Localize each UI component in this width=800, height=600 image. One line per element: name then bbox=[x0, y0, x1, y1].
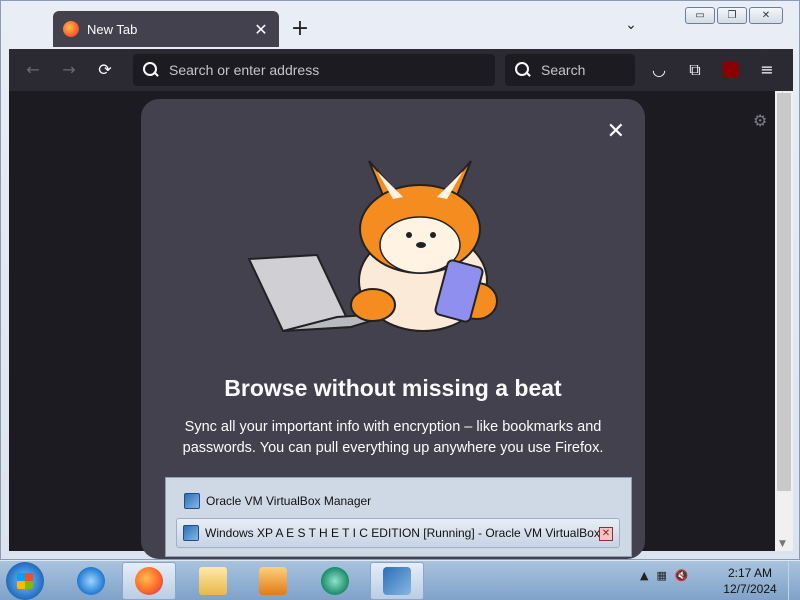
popup-item-virtualbox-manager[interactable]: Oracle VM VirtualBox Manager bbox=[178, 486, 371, 516]
taskbar: ▲ ▦ 🔇 2:17 AM 12/7/2024 bbox=[0, 560, 800, 600]
back-icon[interactable]: ← bbox=[21, 58, 45, 82]
close-tab-icon[interactable]: ✕ bbox=[253, 20, 269, 39]
app-icon bbox=[321, 567, 349, 595]
taskbar-thumbnail-popup: Oracle VM VirtualBox Manager Windows XP … bbox=[165, 477, 632, 557]
search-icon bbox=[143, 62, 159, 78]
clock-time: 2:17 AM bbox=[727, 566, 773, 580]
taskbar-firefox[interactable] bbox=[122, 562, 176, 600]
tray-expand-icon[interactable]: ▲ bbox=[640, 569, 648, 582]
firefox-icon bbox=[63, 21, 79, 37]
list-all-tabs-button[interactable]: ⌄ bbox=[621, 17, 641, 37]
taskbar-media-player[interactable] bbox=[246, 562, 300, 600]
start-button[interactable] bbox=[6, 562, 44, 600]
browser-window: New Tab ✕ + ⌄ ▭ ❐ ✕ ← → ⟳ ◡ ⧉ ≡ ⚙ ✕ bbox=[0, 0, 800, 560]
virtualbox-icon bbox=[184, 493, 200, 509]
address-bar[interactable] bbox=[133, 54, 495, 86]
tab-new-tab[interactable]: New Tab ✕ bbox=[53, 11, 279, 47]
virtualbox-icon bbox=[183, 525, 199, 541]
url-input[interactable] bbox=[169, 62, 495, 78]
scrollbar-thumb[interactable] bbox=[777, 93, 791, 491]
virtualbox-icon bbox=[383, 567, 411, 595]
close-window-icon[interactable]: ✕ bbox=[599, 527, 613, 541]
minimize-button[interactable]: ▭ bbox=[685, 7, 715, 24]
popup-item-label: Windows XP A E S T H E T I C EDITION [Ru… bbox=[205, 526, 600, 540]
pocket-icon[interactable]: ◡ bbox=[647, 58, 671, 82]
navigation-toolbar: ← → ⟳ ◡ ⧉ ≡ bbox=[9, 49, 793, 91]
tab-strip: New Tab ✕ + ⌄ ▭ ❐ ✕ bbox=[9, 7, 791, 49]
search-icon bbox=[515, 62, 531, 78]
forward-icon[interactable]: → bbox=[57, 58, 81, 82]
fox-illustration bbox=[247, 160, 498, 333]
scroll-down-icon[interactable]: ▼ bbox=[779, 539, 786, 549]
new-tab-button[interactable]: + bbox=[286, 15, 314, 43]
volume-muted-icon[interactable]: 🔇 bbox=[675, 569, 689, 582]
taskbar-file-explorer[interactable] bbox=[186, 562, 240, 600]
system-tray: ▲ ▦ 🔇 bbox=[640, 569, 689, 582]
restore-button[interactable]: ❐ bbox=[717, 7, 747, 24]
promo-body: Sync all your important info with encryp… bbox=[182, 419, 604, 456]
extensions-icon[interactable]: ⧉ bbox=[683, 58, 707, 82]
search-bar[interactable] bbox=[505, 54, 635, 86]
ublock-icon[interactable] bbox=[719, 58, 743, 82]
show-desktop-button[interactable] bbox=[788, 561, 800, 600]
popup-item-virtualbox-vm[interactable]: Windows XP A E S T H E T I C EDITION [Ru… bbox=[176, 518, 620, 548]
folder-icon bbox=[199, 567, 227, 595]
firefox-icon bbox=[135, 567, 163, 595]
popup-item-label: Oracle VM VirtualBox Manager bbox=[206, 494, 372, 508]
internet-explorer-icon bbox=[77, 567, 105, 595]
menu-icon[interactable]: ≡ bbox=[755, 58, 779, 82]
tab-title: New Tab bbox=[87, 21, 138, 37]
clock[interactable]: 2:17 AM 12/7/2024 bbox=[718, 565, 782, 597]
clock-date: 12/7/2024 bbox=[723, 582, 777, 596]
gear-icon[interactable]: ⚙ bbox=[753, 111, 769, 130]
close-window-button[interactable]: ✕ bbox=[749, 7, 783, 24]
window-controls: ▭ ❐ ✕ bbox=[685, 7, 783, 24]
media-player-icon bbox=[259, 567, 287, 595]
search-input[interactable] bbox=[541, 62, 635, 78]
reload-icon[interactable]: ⟳ bbox=[93, 58, 117, 82]
taskbar-virtualbox[interactable] bbox=[370, 562, 424, 600]
taskbar-internet-explorer[interactable] bbox=[64, 562, 118, 600]
promo-heading: Browse without missing a beat bbox=[224, 375, 562, 401]
vertical-scrollbar[interactable]: ▲ ▼ bbox=[775, 91, 793, 551]
taskbar-app[interactable] bbox=[308, 562, 362, 600]
network-icon[interactable]: ▦ bbox=[656, 569, 666, 582]
